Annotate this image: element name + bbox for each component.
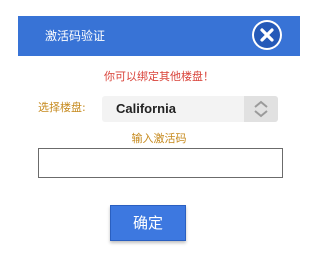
- chevron-up-down-icon: [254, 100, 268, 118]
- property-select[interactable]: California: [102, 96, 278, 122]
- dialog-header: 激活码验证: [18, 16, 300, 56]
- close-icon: [260, 28, 274, 42]
- property-select-stepper[interactable]: [244, 96, 278, 122]
- confirm-button[interactable]: 确定: [110, 205, 186, 241]
- activation-code-input[interactable]: [38, 148, 283, 178]
- bind-hint-text: 你可以绑定其他楼盘！: [104, 70, 214, 83]
- dialog-title: 激活码验证: [45, 29, 106, 43]
- activation-code-label: 输入激活码: [131, 132, 187, 145]
- property-select-label: 选择楼盘:: [38, 101, 86, 114]
- close-button[interactable]: [252, 20, 282, 50]
- property-select-value: California: [116, 101, 176, 116]
- activation-dialog: 激活码验证 你可以绑定其他楼盘！ 选择楼盘: California 输入激活码 …: [0, 0, 318, 262]
